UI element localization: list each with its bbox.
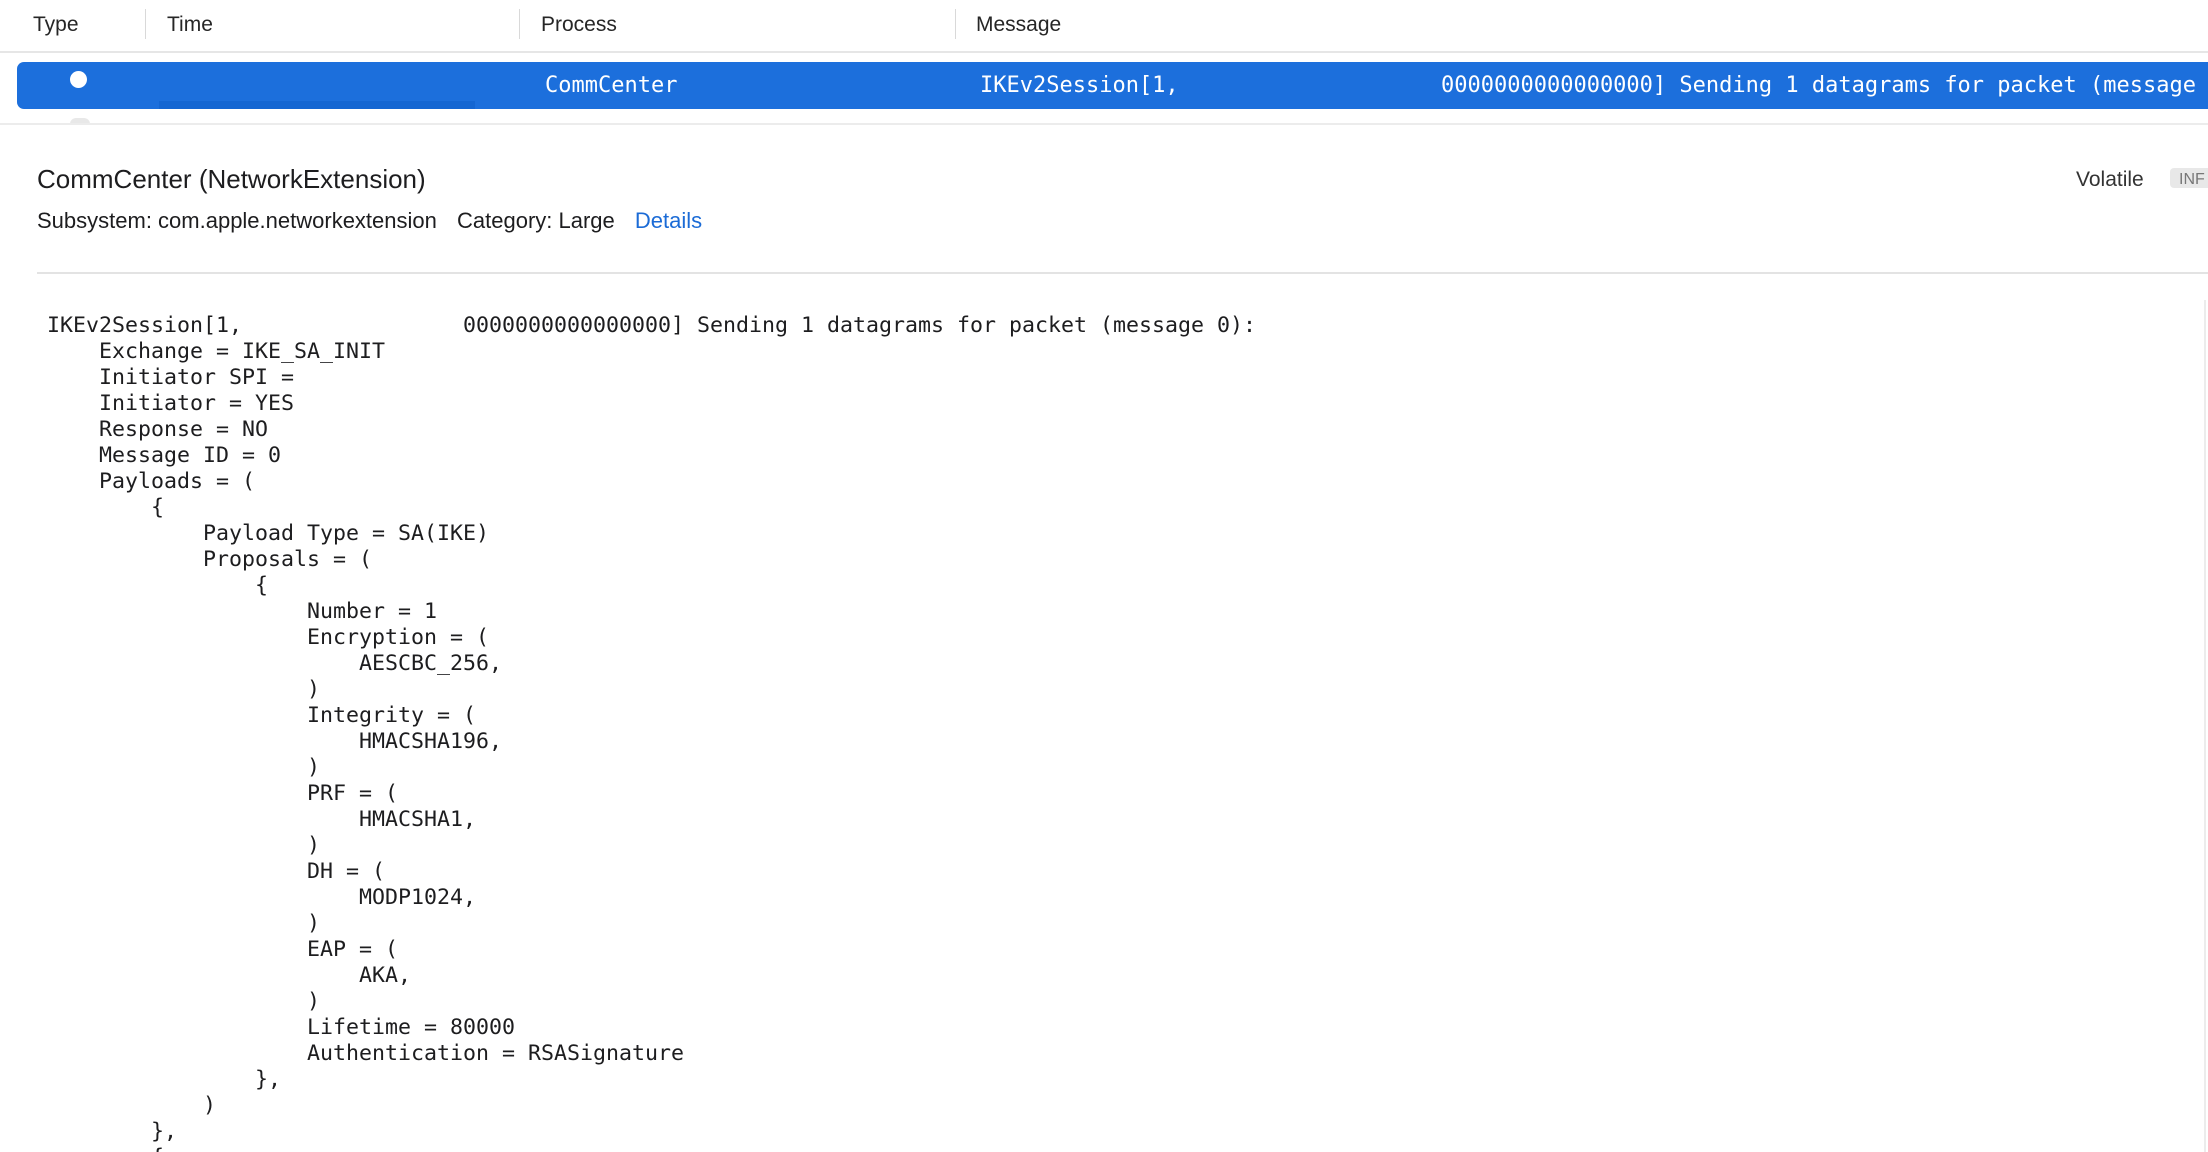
details-link[interactable]: Details: [635, 208, 702, 233]
message-line: AESCBC_256,: [47, 651, 503, 676]
message-line: AKA,: [47, 963, 412, 988]
column-resize-handle-time[interactable]: [519, 9, 520, 39]
message-line: ): [47, 833, 321, 858]
detail-meta: Subsystem: com.apple.networkextension Ca…: [37, 208, 716, 234]
log-table-header: Type Time Process Message: [0, 0, 2208, 53]
subsystem-label: Subsystem: com.apple.networkextension: [37, 208, 437, 233]
message-cell-start: IKEv2Session[1,: [980, 73, 1179, 98]
volatile-label: Volatile: [2076, 168, 2144, 188]
message-line: Proposals = (: [47, 547, 373, 572]
message-line: Integrity = (: [47, 703, 477, 728]
pane-edge: [2204, 300, 2206, 1152]
time-cell: [159, 101, 475, 109]
column-header-type[interactable]: Type: [33, 0, 79, 48]
message-line: Payload Type = SA(IKE): [47, 521, 490, 546]
split-divider[interactable]: [0, 123, 2208, 125]
detail-title: CommCenter (NetworkExtension): [37, 164, 426, 194]
message-line: {: [47, 1145, 2197, 1152]
process-cell: CommCenter: [545, 73, 678, 98]
message-line: Encryption = (: [47, 625, 490, 650]
message-line: ): [47, 677, 321, 702]
message-line: Payloads = (: [47, 469, 256, 494]
message-line: Authentication = RSASignature: [47, 1041, 685, 1066]
message-line: EAP = (: [47, 937, 399, 962]
column-resize-handle-type[interactable]: [145, 9, 146, 39]
column-header-message[interactable]: Message: [976, 0, 1061, 48]
message-line: DH = (: [47, 859, 386, 884]
message-line: },: [47, 1067, 282, 1092]
message-line: ): [47, 755, 321, 780]
category-label: Category: Large: [457, 208, 615, 233]
message-line: Message ID = 0: [47, 443, 282, 468]
message-line: ): [47, 1093, 217, 1118]
message-line: ): [47, 989, 321, 1014]
detail-separator: [37, 272, 2208, 274]
message-line: Response = NO: [47, 417, 269, 442]
message-line: {: [47, 573, 269, 598]
column-resize-handle-process[interactable]: [955, 9, 956, 39]
message-line: Initiator SPI =: [47, 365, 295, 390]
message-line: Lifetime = 80000: [47, 1015, 516, 1040]
message-line: PRF = (: [47, 781, 399, 806]
message-line: Initiator = YES: [47, 391, 295, 416]
column-header-time[interactable]: Time: [167, 0, 213, 48]
message-line: },: [47, 1119, 178, 1144]
message-line: Exchange = IKE_SA_INIT: [47, 339, 386, 364]
message-line: MODP1024,: [47, 885, 477, 910]
log-level-badge: INF: [2170, 168, 2208, 188]
message-line: {: [47, 495, 165, 520]
log-type-dot-icon: [70, 71, 87, 88]
message-line: HMACSHA1,: [47, 807, 477, 832]
message-line: ): [47, 911, 321, 936]
message-cell-end: 0000000000000000] Sending 1 datagrams fo…: [1441, 73, 2196, 98]
table-row-selected[interactable]: CommCenter IKEv2Session[1, 0000000000000…: [17, 62, 2208, 109]
message-line: HMACSHA196,: [47, 729, 503, 754]
column-header-process[interactable]: Process: [541, 0, 617, 48]
message-line: IKEv2Session[1, 0000000000000000] Sendin…: [47, 313, 1257, 338]
message-line: Number = 1: [47, 599, 438, 624]
message-body: IKEv2Session[1, 0000000000000000] Sendin…: [47, 313, 2197, 1152]
